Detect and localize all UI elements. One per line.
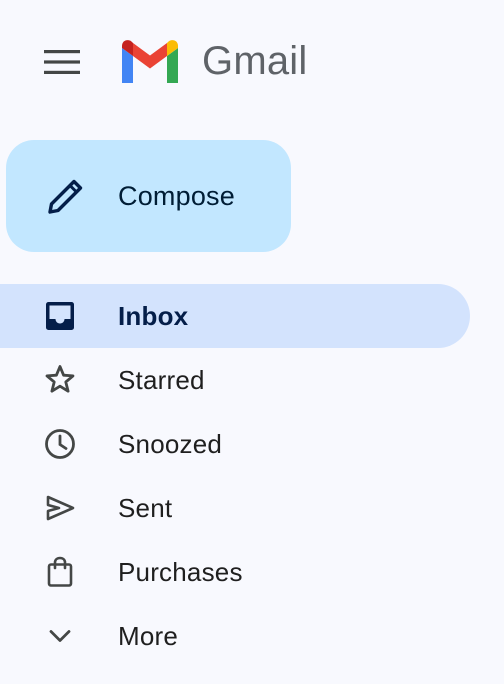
nav-label-inbox: Inbox — [118, 301, 189, 331]
nav-item-inbox[interactable]: Inbox — [0, 284, 470, 348]
gmail-m-logo-icon — [122, 40, 178, 83]
product-name[interactable]: Gmail — [202, 37, 307, 85]
clock-icon — [42, 426, 78, 462]
gmail-logo[interactable] — [118, 37, 182, 85]
nav-item-sent[interactable]: Sent — [0, 476, 470, 540]
nav-label-sent: Sent — [118, 493, 173, 523]
compose-button[interactable]: Compose — [6, 140, 291, 252]
inbox-icon — [42, 298, 78, 334]
hamburger-menu-icon — [44, 50, 80, 74]
nav-item-starred[interactable]: Starred — [0, 348, 470, 412]
navigation-list: Inbox Starred Snoozed Sent Purchases Mor… — [0, 284, 504, 668]
compose-label: Compose — [118, 181, 235, 211]
nav-item-purchases[interactable]: Purchases — [0, 540, 470, 604]
nav-item-more[interactable]: More — [0, 604, 470, 668]
nav-item-snoozed[interactable]: Snoozed — [0, 412, 470, 476]
pencil-icon — [42, 172, 90, 220]
nav-label-purchases: Purchases — [118, 557, 243, 587]
chevron-down-icon — [42, 618, 78, 654]
send-icon — [42, 490, 78, 526]
nav-label-snoozed: Snoozed — [118, 429, 223, 459]
app-header: Gmail — [0, 0, 504, 124]
main-menu-button[interactable] — [34, 37, 90, 87]
nav-label-starred: Starred — [118, 365, 205, 395]
nav-label-more: More — [118, 621, 179, 651]
star-icon — [42, 362, 78, 398]
shopping-bag-icon — [42, 554, 78, 590]
